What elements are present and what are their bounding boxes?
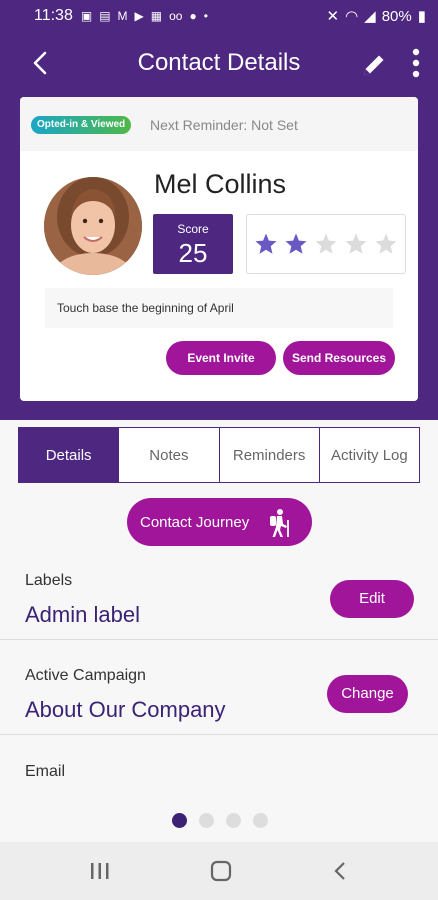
labels-value: Admin label — [25, 602, 140, 627]
detail-tabs: Details Notes Reminders Activity Log — [18, 427, 420, 483]
active-campaign-label: Active Campaign — [25, 667, 146, 684]
tab-activity-log[interactable]: Activity Log — [319, 428, 419, 482]
card-header: Opted-in & Viewed Next Reminder: Not Set — [20, 97, 418, 151]
notification-icons: ▣ ▤ M ▶ ▦ oo ● • — [81, 9, 327, 23]
contact-card: Opted-in & Viewed Next Reminder: Not Set… — [20, 97, 418, 401]
edit-labels-button[interactable]: Edit — [330, 580, 414, 618]
mute-icon: ✕ — [326, 8, 340, 25]
account-icon: ● — [189, 9, 197, 23]
star-empty-icon[interactable] — [314, 232, 338, 256]
system-nav-bar — [0, 842, 438, 900]
page-dot[interactable] — [199, 813, 214, 828]
active-campaign-row: Active Campaign About Our Company Change — [0, 640, 438, 735]
opt-in-status-badge: Opted-in & Viewed — [31, 116, 132, 134]
avatar — [44, 177, 142, 275]
tab-details[interactable]: Details — [19, 428, 120, 482]
change-campaign-button[interactable]: Change — [327, 675, 408, 713]
wifi-icon: ◠ — [345, 8, 359, 25]
star-filled-icon[interactable] — [284, 232, 308, 256]
star-filled-icon[interactable] — [254, 232, 278, 256]
labels-label: Labels — [25, 572, 73, 589]
contact-name: Mel Collins — [154, 169, 287, 199]
event-invite-button[interactable]: Event Invite — [166, 341, 276, 375]
battery-percent: 80% — [381, 7, 412, 25]
voicemail-icon: oo — [169, 9, 183, 23]
hiker-icon — [270, 509, 289, 537]
contact-journey-label: Contact Journey — [140, 513, 250, 531]
mail-icon: M — [117, 9, 128, 23]
dot-icon: • — [203, 9, 208, 23]
page-dot[interactable] — [226, 813, 241, 828]
next-reminder-text: Next Reminder: Not Set — [150, 117, 298, 133]
labels-row: Labels Admin label Edit — [0, 560, 438, 640]
signal-icon: ◢ — [364, 8, 376, 25]
avatar-photo-icon — [44, 177, 142, 275]
send-resources-button[interactable]: Send Resources — [283, 341, 395, 375]
message-icon: ▤ — [99, 9, 111, 23]
play-icon: ▶ — [134, 9, 144, 23]
nav-back-icon[interactable] — [331, 860, 349, 882]
email-label: Email — [25, 763, 66, 780]
tab-reminders[interactable]: Reminders — [219, 428, 320, 482]
active-campaign-value: About Our Company — [25, 697, 226, 722]
calendar-icon: ▦ — [150, 9, 163, 23]
star-empty-icon[interactable] — [374, 232, 398, 256]
page-dot[interactable] — [172, 813, 187, 828]
score-value: 25 — [178, 238, 208, 268]
page-indicator — [172, 813, 268, 828]
notification-icon: ▣ — [80, 9, 93, 23]
more-vert-icon[interactable] — [408, 48, 424, 78]
score-label: Score — [177, 222, 209, 236]
recent-apps-icon[interactable] — [89, 861, 111, 881]
contact-note: Touch base the beginning of April — [45, 288, 393, 328]
status-time: 11:38 — [34, 7, 73, 24]
contact-journey-button[interactable]: Contact Journey — [127, 498, 312, 546]
star-empty-icon[interactable] — [344, 232, 368, 256]
status-bar: 11:38 ▣ ▤ M ▶ ▦ oo ● • ✕ ◠ ◢ 80% ▮ — [0, 0, 438, 32]
star-rating[interactable] — [246, 214, 406, 274]
score-badge: Score 25 — [153, 214, 233, 274]
tab-notes[interactable]: Notes — [119, 428, 220, 482]
home-icon[interactable] — [209, 860, 233, 882]
edit-pencil-icon[interactable] — [360, 51, 388, 79]
battery-icon: ▮ — [417, 8, 426, 25]
app-bar: Contact Details — [0, 32, 438, 94]
email-row: Email — [0, 735, 438, 805]
page-dot[interactable] — [253, 813, 268, 828]
system-status: ✕ ◠ ◢ 80% ▮ — [326, 7, 426, 26]
